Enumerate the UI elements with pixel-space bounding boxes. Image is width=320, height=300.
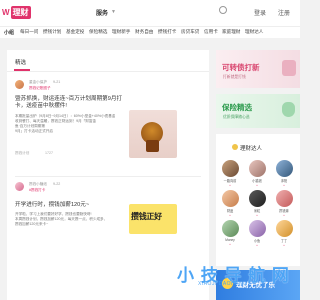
post-excerpt: 开学啦，学习上我们要好好学，攒钱也要勤快呀! 本周攒钱计划，攒钱加薪120元，每… <box>15 212 115 227</box>
avatar <box>221 220 239 237</box>
expert-item[interactable]: 财迷 + <box>220 190 240 217</box>
banner-title: 保险精选 <box>222 103 252 112</box>
excerpt-line: 攒钱加薪120元来卡~ <box>15 222 49 226</box>
chevron-down-icon: ▼ <box>111 9 116 15</box>
subnav-item-credit-card[interactable]: 信用卡 <box>204 29 218 35</box>
subnav-item-freedom[interactable]: 财务自由 <box>135 29 153 35</box>
expert-item[interactable]: 小猫钱 + <box>247 160 267 187</box>
banner-subtitle: 打新就是打钱 <box>223 75 246 79</box>
avatar[interactable] <box>15 182 24 191</box>
avatar <box>248 160 266 177</box>
watermark-subtitle: XIAOJI DAOHANG <box>198 281 248 287</box>
subnav-item-newbie[interactable]: 理财新手 <box>112 29 130 35</box>
excerpt-line: 9月」打卡活动正式开启 <box>15 129 53 133</box>
post-category[interactable]: 攒钱计划 <box>15 151 29 156</box>
sub-navigation: 小组 每日一问 攒钱计划 基金定投 保险精选 理财新手 财务自由 攒钱打卡 房贷… <box>0 26 300 38</box>
expert-item[interactable]: 米粒 + <box>247 190 267 217</box>
nav-service[interactable]: 服务 <box>96 8 108 17</box>
post-tag[interactable]: #攒钱打卡 <box>29 188 45 193</box>
post-date: 9-21 <box>53 80 61 84</box>
feed-header: 精选 <box>7 50 209 72</box>
banner-subtitle: 优质保障随心选 <box>223 115 250 119</box>
subnav-item-experts[interactable]: 理财达人 <box>245 29 263 35</box>
coin-icon <box>282 60 296 76</box>
feed-title[interactable]: 精选 <box>15 58 26 66</box>
expert-item[interactable]: Money + <box>220 220 240 246</box>
follow-button[interactable]: + <box>274 183 294 187</box>
post-title-text: 暨苏抓换，财运连连~百万计划周期第9月打卡，送疫苗中秋摆件! <box>15 96 123 109</box>
subnav-item-family[interactable]: 家庭理财 <box>222 29 240 35</box>
figurine-base <box>146 140 159 152</box>
crown-icon <box>232 144 238 150</box>
login-link[interactable]: 登录 <box>254 8 266 17</box>
register-link[interactable]: 注册 <box>278 8 290 17</box>
post-title[interactable]: 暨苏抓换，财运连连~百万计划周期第9月打卡，送疫苗中秋摆件! <box>15 96 125 110</box>
expert-item[interactable]: 攒钱妹 + <box>274 190 294 217</box>
post-image[interactable] <box>129 110 177 158</box>
post-excerpt: 本期批量出炉（9月8日~9月14日）：60%小型金+40%小债基金 收到餐打、每… <box>15 114 115 134</box>
avatar <box>248 220 266 237</box>
view-count: 1727 <box>45 151 53 155</box>
banner-convertible-bond[interactable]: 可转债打新 打新就是打钱 <box>216 50 300 88</box>
experts-panel: 理财达人 一路向前 + 小猫钱 + 沐阳 + 财迷 + 米粒 + 攒钱妹 + M… <box>216 134 300 266</box>
avatar <box>275 220 293 237</box>
top-header: W 理财 服务 ▼ 登录 注册 <box>0 0 300 26</box>
avatar <box>221 160 239 177</box>
follow-button[interactable]: + <box>220 213 240 217</box>
expert-item[interactable]: 小鱼 + <box>247 220 267 247</box>
post-image[interactable]: 攒钱正好 <box>129 204 177 234</box>
subnav-item-insurance[interactable]: 保险精选 <box>89 29 107 35</box>
subnav-item-fund[interactable]: 基金定投 <box>66 29 84 35</box>
post-item[interactable]: 重金小保护 9-21 攒钱记账圈子 暨苏抓换，财运连连~百万计划周期第9月打卡，… <box>7 72 209 190</box>
avatar <box>275 160 293 177</box>
shield-icon <box>282 102 295 117</box>
follow-button[interactable]: + <box>220 183 240 187</box>
post-username[interactable]: 攒钱小糖纸 <box>29 182 47 187</box>
banner-title: 可转债打新 <box>222 63 260 72</box>
avatar[interactable] <box>15 80 24 89</box>
post-username[interactable]: 重金小保护 <box>29 80 47 85</box>
post-tag[interactable]: 攒钱记账圈子 <box>29 86 51 91</box>
follow-button[interactable]: + <box>247 243 267 247</box>
post-title[interactable]: 开学进行时，攒钱加薪120元~ <box>15 200 89 208</box>
avatar <box>221 190 239 207</box>
follow-button[interactable]: + <box>274 243 294 247</box>
avatar <box>275 190 293 207</box>
banner-insurance[interactable]: 保险精选 优质保障随心选 <box>216 94 300 128</box>
image-caption: 攒钱正好 <box>131 212 162 221</box>
site-logo[interactable]: W 理财 <box>2 6 31 19</box>
subnav-item-daily-question[interactable]: 每日一问 <box>20 29 38 35</box>
subnav-item-checkin[interactable]: 攒钱打卡 <box>158 29 176 35</box>
expert-item[interactable]: 一路向前 + <box>220 160 240 187</box>
subnav-item-loan[interactable]: 房贷车贷 <box>181 29 199 35</box>
logo-prefix: W <box>2 8 10 17</box>
experts-title: 理财达人 <box>240 146 263 152</box>
expert-item[interactable]: 丁丁 + <box>274 220 294 247</box>
feed-title-underline <box>14 69 30 71</box>
follow-button[interactable]: + <box>247 183 267 187</box>
avatar <box>248 190 266 207</box>
follow-button[interactable]: + <box>274 213 294 217</box>
logo-text: 理财 <box>10 6 31 19</box>
page: W 理财 服务 ▼ 登录 注册 小组 每日一问 攒钱计划 基金定投 保险精选 理… <box>0 0 300 300</box>
follow-button[interactable]: + <box>220 242 240 246</box>
subnav-item-saving-plan[interactable]: 攒钱计划 <box>43 29 61 35</box>
expert-item[interactable]: 沐阳 + <box>274 160 294 187</box>
subnav-item-group[interactable]: 小组 <box>4 29 14 36</box>
follow-button[interactable]: + <box>247 213 267 217</box>
post-date: 9-22 <box>53 182 61 186</box>
gear-icon[interactable] <box>219 6 227 14</box>
